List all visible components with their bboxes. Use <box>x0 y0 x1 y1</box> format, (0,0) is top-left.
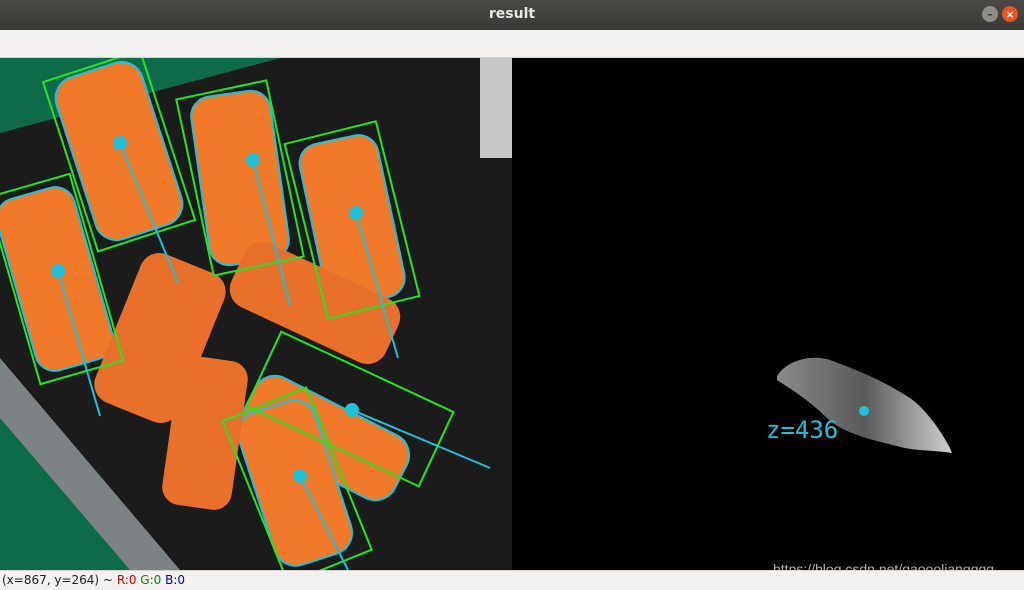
status-bar: (x=867, y=264) ~ R:0 G:0 B:0 <box>0 570 1024 590</box>
window-title: result <box>488 6 536 22</box>
depth-overlay <box>777 357 952 453</box>
center-point <box>51 264 65 278</box>
depth-center-point <box>859 406 869 416</box>
watermark: https://blog.csdn.net/gaoooliangggg <box>773 561 995 570</box>
rgb-detection-view <box>0 58 512 570</box>
belt-edge <box>480 58 512 158</box>
depth-label: z=436 <box>766 416 839 444</box>
toolbar <box>0 30 1024 58</box>
cursor-coords: (x=867, y=264) ~ <box>2 573 113 587</box>
green-value: G:0 <box>140 573 162 587</box>
close-icon[interactable]: × <box>1002 6 1018 22</box>
minimize-icon[interactable]: – <box>982 6 998 22</box>
center-point <box>113 136 127 150</box>
blue-value: B:0 <box>165 573 186 587</box>
depth-view: z=436 https://blog.csdn.net/gaooolianggg… <box>512 58 1024 570</box>
center-point <box>246 153 260 167</box>
red-value: R:0 <box>116 573 137 587</box>
detection-overlay <box>0 58 512 570</box>
center-point <box>293 469 307 483</box>
center-point <box>349 206 363 220</box>
image-canvas[interactable]: z=436 https://blog.csdn.net/gaooolianggg… <box>0 58 1024 570</box>
title-bar[interactable]: result – × <box>0 0 1024 30</box>
center-point <box>345 403 359 417</box>
